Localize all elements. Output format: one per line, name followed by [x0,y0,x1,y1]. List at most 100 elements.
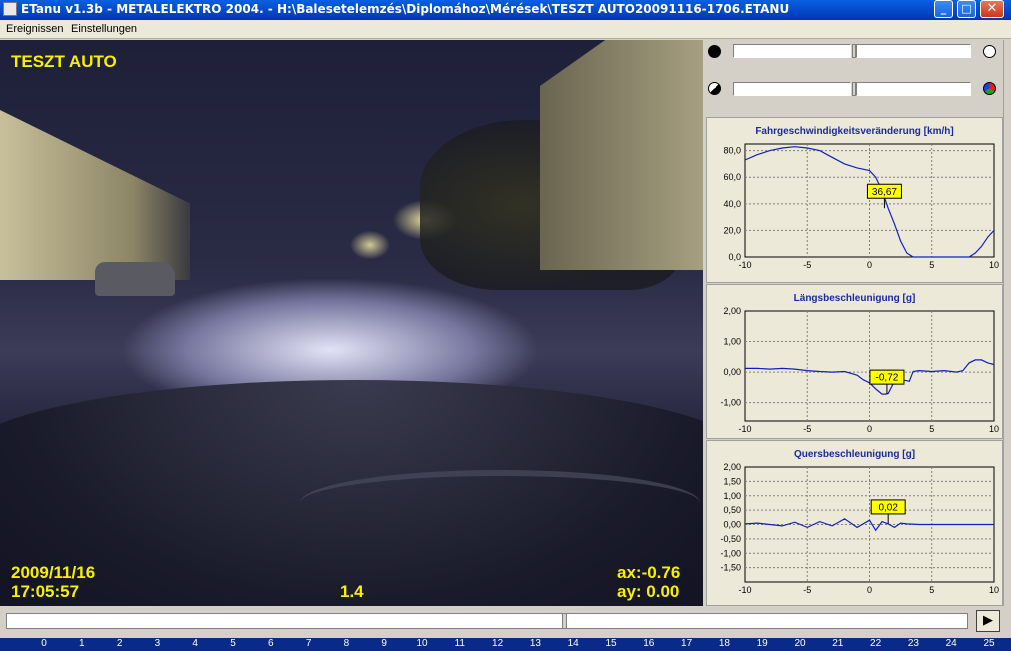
y-tick-label: 2,00 [723,306,741,316]
chart-title: Fahrgeschwindigkeitsveränderung [km/h] [755,126,953,137]
ruler-tick-label: 9 [381,638,387,649]
brightness-slider[interactable] [733,44,851,58]
video-building-right [540,40,703,270]
y-tick-label: -1,00 [720,548,741,558]
ruler-tick-label: 2 [116,638,123,649]
ay-readout: ay: 0.00 [617,582,680,601]
contrast-slider[interactable] [733,82,851,96]
x-tick-label: -5 [803,585,811,595]
vehicle-label: TESZT AUTO [11,52,117,71]
title-bar: ETanu v1.3b - METALELEKTRO 2004. - H:\Ba… [0,0,1011,20]
y-tick-label: 0,50 [723,505,741,515]
ruler-tick-label: 0 [41,638,47,649]
x-tick-label: 10 [989,260,999,270]
annotation-label: 0,02 [878,502,898,513]
y-tick-label: -1,50 [720,563,741,573]
x-tick-label: 5 [929,585,934,595]
recording-date: 2009/11/16 [11,563,96,582]
recording-time: 17:05:57 [11,582,80,601]
ax-readout: ax:-0.76 [617,563,681,582]
y-tick-label: 40,0 [723,199,741,209]
x-tick-label: 0 [867,260,872,270]
maximize-button[interactable]: □ [957,0,976,18]
timeline-slider[interactable] [6,613,968,629]
ruler-tick-label: 10 [416,638,428,649]
minimize-button[interactable]: _ [934,0,953,18]
x-tick-label: 0 [867,424,872,434]
contrast-icon[interactable] [708,82,721,95]
black-circle-icon[interactable] [708,45,721,58]
ruler-tick-label: 6 [268,638,274,649]
y-tick-label: 0,00 [723,367,741,377]
ruler-tick-label: 5 [230,638,236,649]
y-tick-label: -0,50 [720,534,741,544]
x-tick-label: -10 [738,424,751,434]
ruler-tick-label: 8 [343,638,350,649]
timeline-slider-thumb[interactable] [562,613,568,629]
annotation-label: 36,67 [872,187,897,198]
ruler-tick-label: 17 [681,638,693,649]
x-tick-label: -5 [803,424,811,434]
ruler-tick-label: 16 [643,638,655,649]
ruler-tick-label: 11 [454,638,465,649]
longitudinal-accel-chart: Längsbeschleunigung [g] -10 -5 0 5 10 2,00 1,00… [706,284,1003,439]
window-edge [1003,40,1011,606]
ruler-tick-label: 12 [492,638,504,649]
x-tick-label: -5 [803,260,811,270]
menu-item-ereignissen[interactable]: Ereignissen [6,23,63,35]
video-frame[interactable]: TESZT AUTO 2009/11/16 17:05:57 1.4 ax:-0… [0,40,703,606]
white-circle-icon[interactable] [983,45,996,58]
ruler-tick-label: 23 [907,638,919,649]
ruler-tick-label: 14 [567,638,579,649]
ruler-tick-label: 1 [79,638,85,649]
ruler-tick-label: 19 [756,638,768,649]
annotation-label: -0,72 [876,373,899,384]
speed-chart: Fahrgeschwindigkeitsveränderung [km/h] -1… [706,117,1003,283]
x-tick-label: 5 [929,260,934,270]
speed-chart-svg: Fahrgeschwindigkeitsveränderung [km/h]-1… [723,126,999,270]
ruler-tick-label: 20 [794,638,806,649]
longitudinal-accel-chart-svg: Längsbeschleunigung [g] -10 -5 0 5 10 2,00 1,00… [720,293,999,434]
ruler-tick-label: 25 [983,638,995,649]
y-tick-label: 0,00 [723,520,741,530]
x-tick-label: 5 [929,424,934,434]
lateral-accel-chart: Quersbeschleunigung [g] -10 -5 0 5 10 2,00 1,50… [706,440,1003,606]
app-icon [3,2,17,16]
y-tick-label: 1,00 [723,337,741,347]
y-tick-label: 80,0 [723,146,741,156]
ruler-tick-label: 21 [832,638,844,649]
contrast-slider-right[interactable] [856,82,971,96]
playback-speed: 1.4 [340,582,364,601]
ruler-tick-label: 15 [605,638,617,649]
y-tick-label: 2,00 [723,462,741,472]
time-ruler: 0 1 2 3 4 5 6 7 8 9 10 11 12 13 14 15 16 17 18 19 20 21 22 23 24… [0,638,1011,651]
y-tick-label: 0,0 [728,252,741,262]
brightness-slider-right[interactable] [856,44,971,58]
x-tick-label: -10 [738,585,751,595]
x-tick-label: 10 [989,424,999,434]
play-button[interactable]: ▶ [976,610,1000,632]
window-title: ETanu v1.3b - METALELEKTRO 2004. - H:\Ba… [21,2,790,16]
close-button[interactable]: ✕ [980,0,1004,18]
chart-title: Quersbeschleunigung [g] [794,449,915,460]
color-wheel-icon[interactable] [983,82,996,95]
ruler-tick-label: 7 [305,638,312,649]
ruler-tick-label: 3 [154,638,161,649]
y-tick-label: -1,00 [720,398,741,408]
x-tick-label: 0 [867,585,872,595]
x-tick-label: 10 [989,585,999,595]
ruler-tick-label: 18 [718,638,730,649]
y-tick-label: 20,0 [723,225,741,235]
ruler-tick-label: 24 [945,638,957,649]
y-tick-label: 1,00 [723,491,741,501]
lateral-accel-chart-svg: Quersbeschleunigung [g] -10 -5 0 5 10 2,00 1,50… [720,449,999,595]
ruler-tick-label: 4 [192,638,198,649]
video-dashboard-ridge [300,470,700,536]
y-tick-label: 60,0 [723,172,741,182]
ruler-tick-label: 22 [870,638,882,649]
menu-item-einstellungen[interactable]: Einstellungen [71,23,137,35]
chart-title: Längsbeschleunigung [g] [794,293,916,304]
video-parked-car [95,262,175,296]
ruler-tick-label: 13 [529,638,541,649]
timeline-bar: ▶ [0,606,1011,638]
